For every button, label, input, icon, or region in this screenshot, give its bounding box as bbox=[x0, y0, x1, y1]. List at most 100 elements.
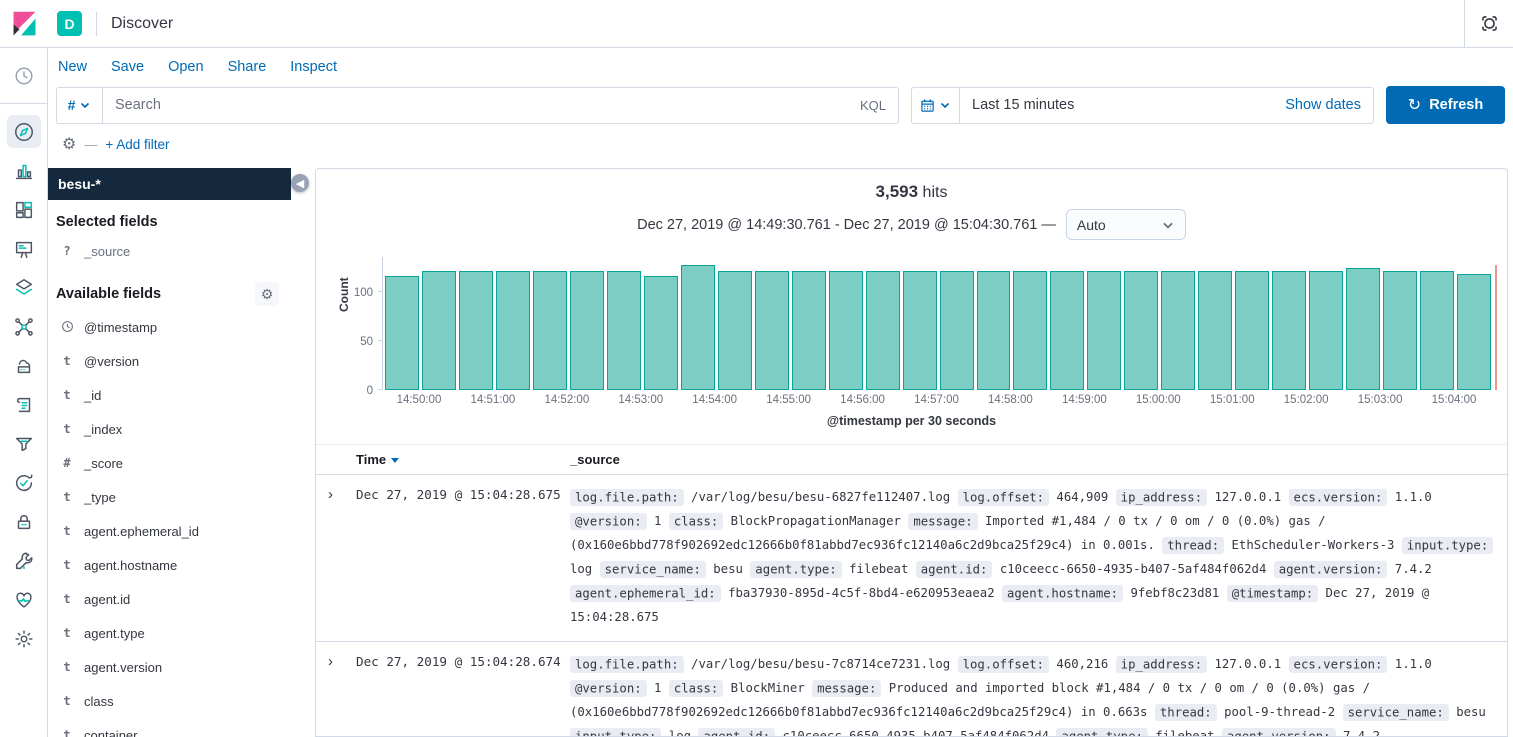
chevron-down-icon bbox=[1161, 218, 1175, 232]
viewfinder-icon[interactable] bbox=[1465, 13, 1513, 34]
nav-item-compass[interactable] bbox=[7, 115, 41, 148]
x-axis-tick-label: 14:57:00 bbox=[914, 394, 959, 406]
field-item-_score[interactable]: #_score bbox=[56, 446, 307, 480]
histogram-bar[interactable] bbox=[422, 271, 456, 390]
text-field-icon: t bbox=[60, 422, 74, 436]
menu-item-open[interactable]: Open bbox=[168, 59, 203, 75]
field-name: agent.hostname bbox=[84, 558, 177, 573]
nav-item-lock[interactable] bbox=[7, 505, 41, 538]
histogram-bar[interactable] bbox=[1087, 271, 1121, 390]
field-item-container[interactable]: tcontainer bbox=[56, 718, 307, 737]
nav-item-bar-chart[interactable] bbox=[7, 154, 41, 187]
histogram-bar[interactable] bbox=[570, 271, 604, 390]
histogram-bar[interactable] bbox=[718, 271, 752, 390]
histogram-bar[interactable] bbox=[607, 271, 641, 390]
nav-item-infrastructure[interactable] bbox=[7, 349, 41, 382]
field-item-agent.type[interactable]: tagent.type bbox=[56, 616, 307, 650]
source-field-key: agent.id: bbox=[916, 561, 993, 578]
histogram-bar[interactable] bbox=[533, 271, 567, 390]
page-title: Discover bbox=[111, 15, 173, 33]
field-item-@timestamp[interactable]: @timestamp bbox=[56, 310, 307, 344]
histogram-bar[interactable] bbox=[644, 276, 678, 390]
machine-learning-icon bbox=[13, 316, 35, 338]
sort-descending-icon[interactable] bbox=[391, 458, 399, 463]
field-item-_index[interactable]: t_index bbox=[56, 412, 307, 446]
nav-item-machine-learning[interactable] bbox=[7, 310, 41, 343]
field-item-@version[interactable]: t@version bbox=[56, 344, 307, 378]
nav-item-maps-layers[interactable] bbox=[7, 271, 41, 304]
histogram-bar[interactable] bbox=[755, 271, 789, 390]
selected-fields-heading: Selected fields bbox=[56, 214, 307, 230]
source-field-key: log.file.path: bbox=[570, 656, 684, 673]
expand-row-icon[interactable]: › bbox=[324, 485, 354, 629]
space-badge[interactable]: D bbox=[57, 11, 82, 36]
histogram-bar[interactable] bbox=[681, 265, 715, 390]
histogram-bar[interactable] bbox=[1050, 271, 1084, 390]
histogram-bar[interactable] bbox=[459, 271, 493, 390]
histogram-bar[interactable] bbox=[977, 271, 1011, 390]
field-item-class[interactable]: tclass bbox=[56, 684, 307, 718]
filter-settings-gear-icon[interactable]: ⚙ bbox=[62, 137, 76, 153]
time-range-value[interactable]: Last 15 minutes bbox=[960, 97, 1285, 113]
nav-item-dashboard[interactable] bbox=[7, 193, 41, 226]
expand-row-icon[interactable]: › bbox=[324, 652, 354, 737]
nav-item-apm[interactable] bbox=[7, 427, 41, 460]
nav-item-gear[interactable] bbox=[7, 622, 41, 655]
row-source-cell: log.file.path: /var/log/besu/besu-7c8714… bbox=[570, 652, 1499, 737]
field-settings-button[interactable]: ⚙ bbox=[255, 282, 279, 306]
histogram-bar[interactable] bbox=[1457, 274, 1491, 390]
histogram-bar[interactable] bbox=[829, 271, 863, 390]
histogram-bar[interactable] bbox=[1235, 271, 1269, 390]
field-item-agent.hostname[interactable]: tagent.hostname bbox=[56, 548, 307, 582]
nav-item-canvas[interactable] bbox=[7, 232, 41, 265]
show-dates-link[interactable]: Show dates bbox=[1285, 97, 1373, 113]
query-language-badge[interactable]: KQL bbox=[860, 98, 898, 113]
text-field-icon: t bbox=[60, 626, 74, 640]
index-pattern-header[interactable]: besu-* bbox=[48, 168, 291, 200]
field-item-agent.id[interactable]: tagent.id bbox=[56, 582, 307, 616]
source-field-key: message: bbox=[812, 680, 881, 697]
filter-bar: ⚙ — + Add filter bbox=[48, 124, 1513, 165]
menu-item-new[interactable]: New bbox=[58, 59, 87, 75]
field-name: _type bbox=[84, 490, 116, 505]
histogram-bar[interactable] bbox=[1309, 271, 1343, 390]
kibana-logo[interactable] bbox=[0, 0, 49, 47]
field-item-agent.ephemeral_id[interactable]: tagent.ephemeral_id bbox=[56, 514, 307, 548]
field-item-_source[interactable]: ?_source bbox=[56, 234, 307, 268]
histogram-bar[interactable] bbox=[1346, 268, 1380, 390]
field-item-agent.version[interactable]: tagent.version bbox=[56, 650, 307, 684]
histogram-bar[interactable] bbox=[1013, 271, 1047, 390]
histogram-bar[interactable] bbox=[1383, 271, 1417, 390]
field-item-_id[interactable]: t_id bbox=[56, 378, 307, 412]
time-column-header[interactable]: Time bbox=[356, 452, 568, 467]
menu-item-inspect[interactable]: Inspect bbox=[290, 59, 337, 75]
bar-chart-icon bbox=[13, 160, 35, 182]
nav-item-wrench[interactable] bbox=[7, 544, 41, 577]
histogram-bar[interactable] bbox=[1198, 271, 1232, 390]
nav-item-heartbeat[interactable] bbox=[7, 583, 41, 616]
menu-item-share[interactable]: Share bbox=[228, 59, 267, 75]
refresh-button[interactable]: ↻ Refresh bbox=[1386, 86, 1505, 124]
nav-item-uptime[interactable] bbox=[7, 466, 41, 499]
saved-query-menu-button[interactable]: # bbox=[57, 88, 103, 123]
histogram-bar[interactable] bbox=[496, 271, 530, 390]
histogram-bar[interactable] bbox=[866, 271, 900, 390]
add-filter-button[interactable]: + Add filter bbox=[105, 137, 169, 152]
search-input[interactable] bbox=[103, 97, 860, 113]
histogram-bar[interactable] bbox=[385, 276, 419, 390]
histogram-bar[interactable] bbox=[1161, 271, 1195, 390]
histogram-chart[interactable]: Count 050100 14:50:0014:51:0014:52:0014:… bbox=[382, 262, 1491, 411]
histogram-bar[interactable] bbox=[1272, 271, 1306, 390]
histogram-bar[interactable] bbox=[1420, 271, 1454, 390]
interval-select[interactable]: Auto bbox=[1066, 209, 1186, 240]
histogram-bar[interactable] bbox=[903, 271, 937, 390]
histogram-bar[interactable] bbox=[940, 271, 974, 390]
calendar-menu-button[interactable] bbox=[912, 88, 960, 123]
histogram-bar[interactable] bbox=[792, 271, 826, 390]
field-item-_type[interactable]: t_type bbox=[56, 480, 307, 514]
collapse-sidebar-button[interactable]: ◀ bbox=[291, 174, 309, 192]
nav-item-clock[interactable] bbox=[7, 59, 41, 92]
menu-item-save[interactable]: Save bbox=[111, 59, 144, 75]
nav-item-logs[interactable] bbox=[7, 388, 41, 421]
histogram-bar[interactable] bbox=[1124, 271, 1158, 390]
